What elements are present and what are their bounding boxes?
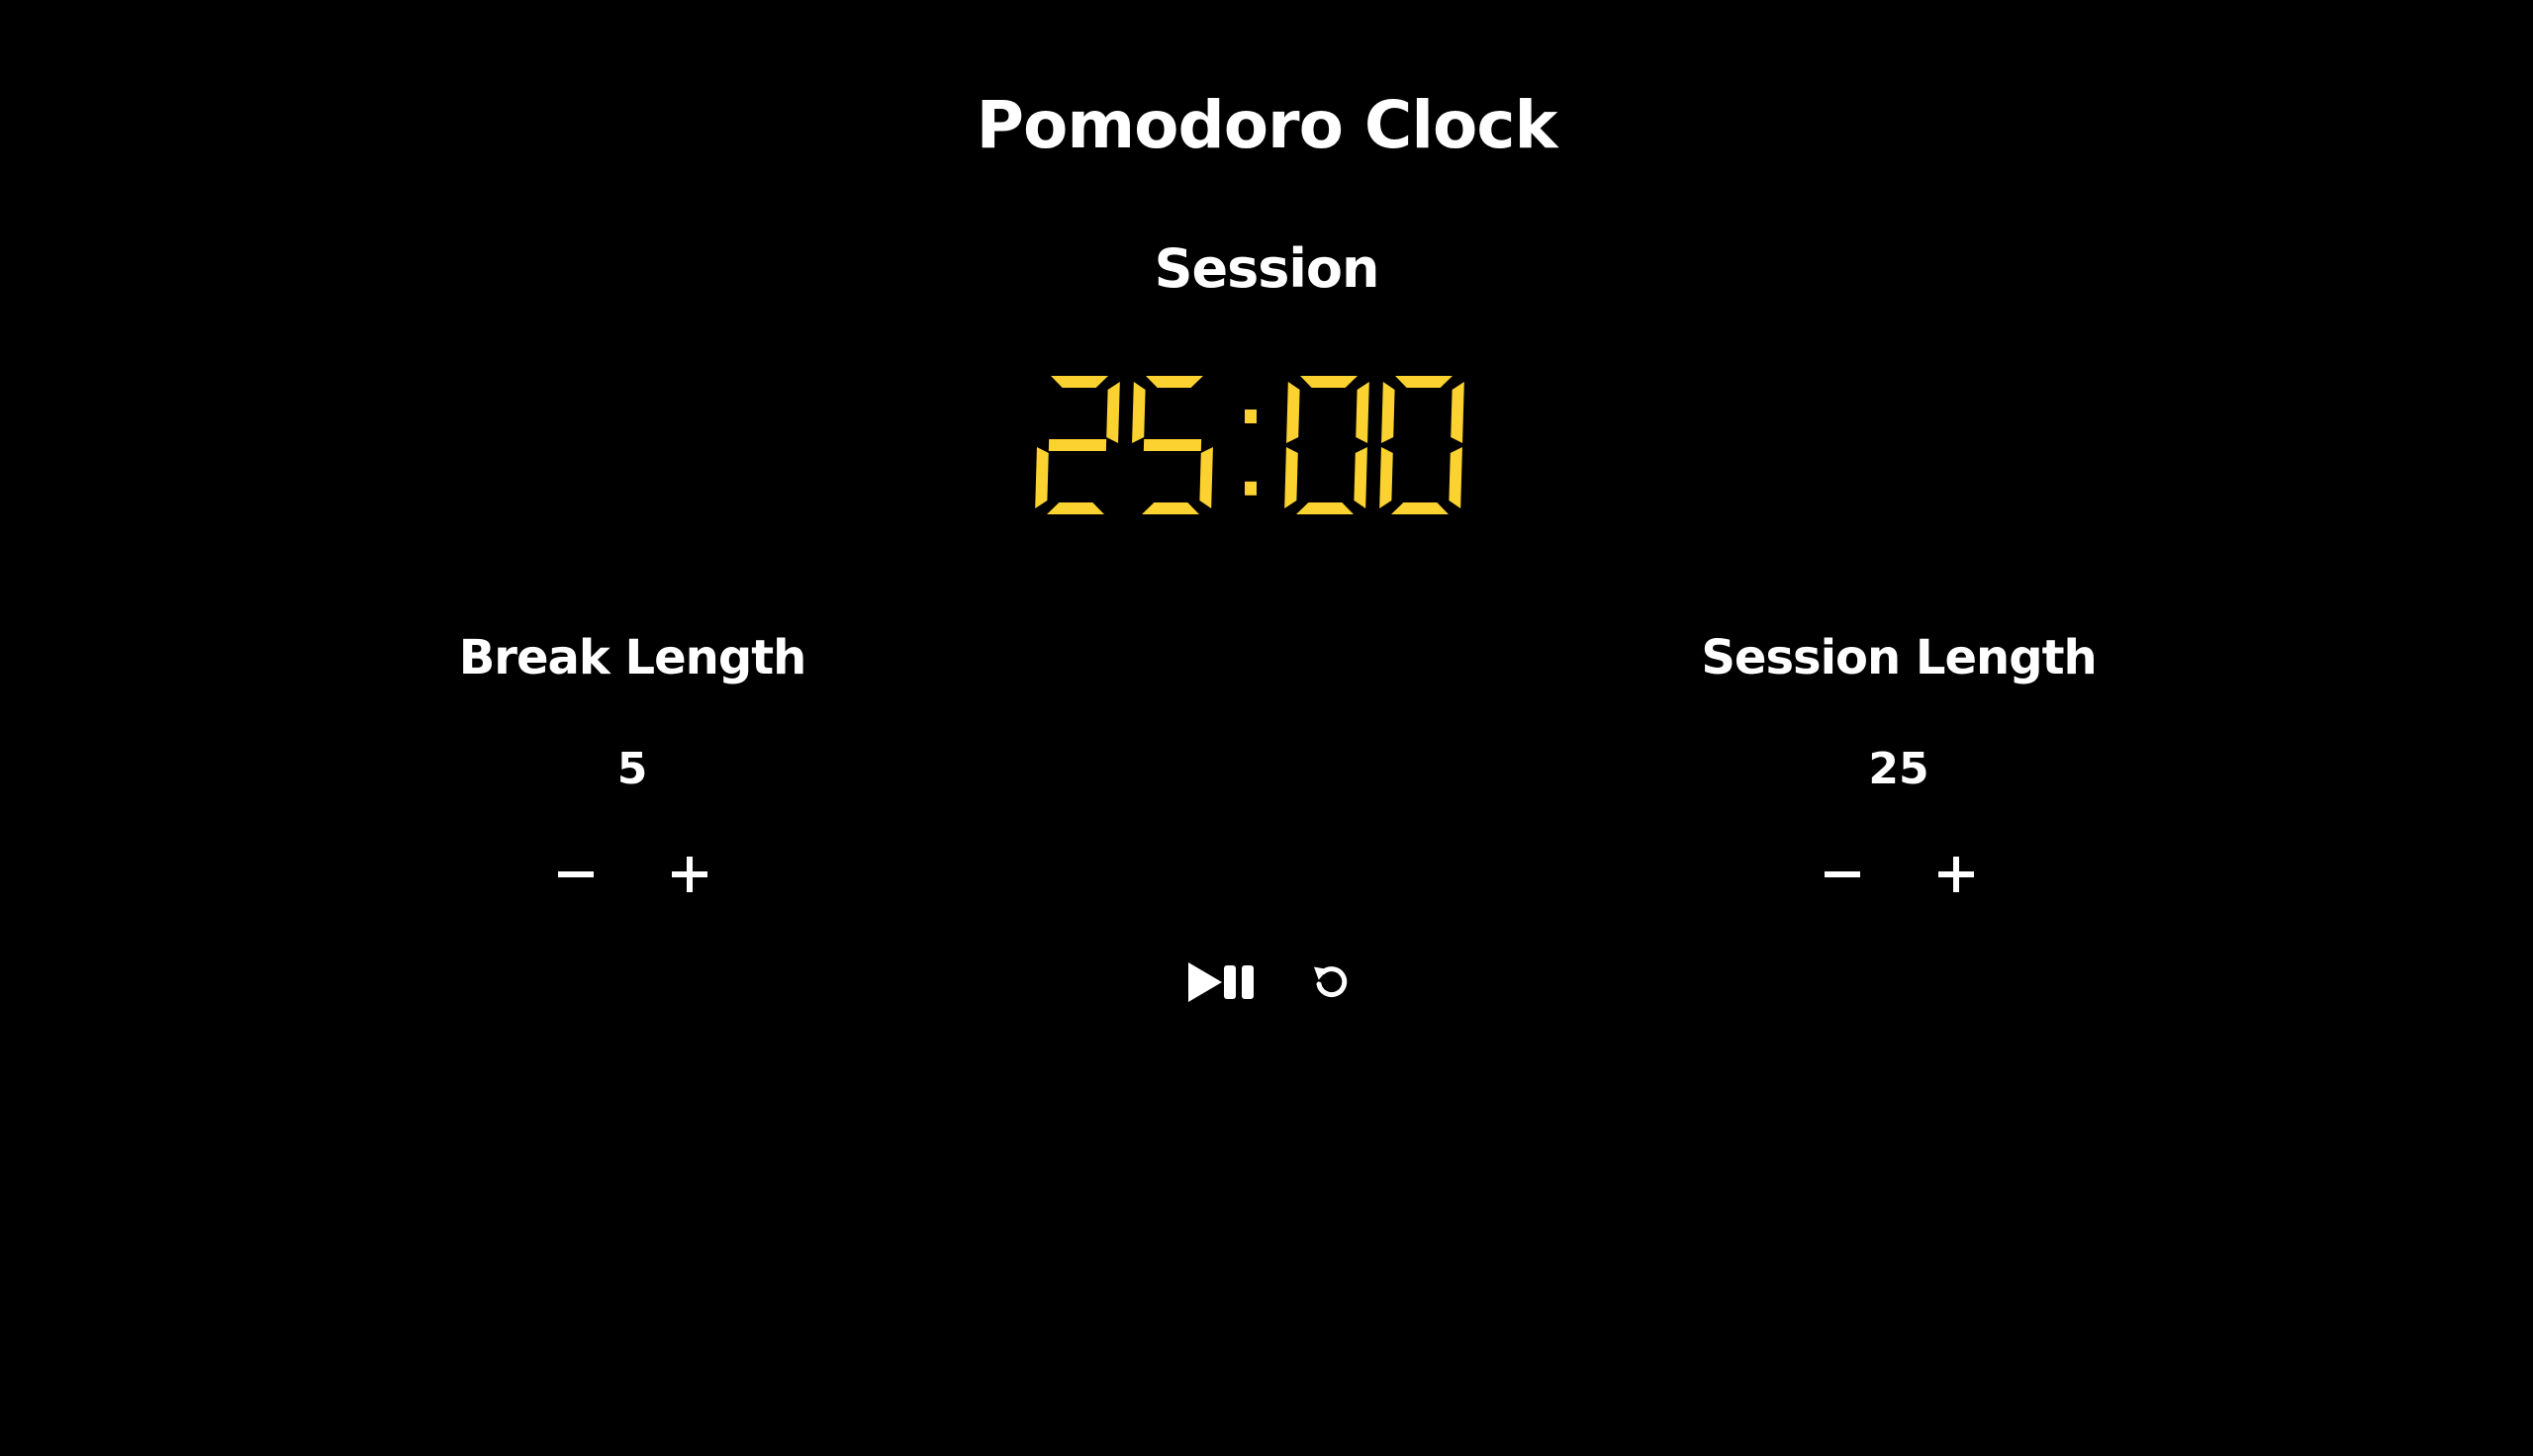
minus-icon xyxy=(1825,871,1860,877)
separator-dot xyxy=(1245,481,1257,496)
digit-segment-f xyxy=(1286,382,1300,443)
timer-label: Session xyxy=(1154,237,1380,300)
digit-segment-a xyxy=(1395,376,1453,388)
digit-segment-d xyxy=(1047,502,1104,514)
digit-segment-b xyxy=(1451,382,1464,443)
digit-segment-c xyxy=(1199,447,1213,508)
minus-icon xyxy=(558,871,594,877)
digit-segment-g xyxy=(1048,439,1107,451)
separator-dot xyxy=(1245,410,1257,423)
break-length-label: Break Length xyxy=(458,630,807,685)
app-title: Pomodoro Clock xyxy=(976,87,1558,163)
break-decrement-button[interactable] xyxy=(536,835,615,914)
refresh-icon xyxy=(1313,966,1348,998)
digit-segment-a xyxy=(1300,376,1358,388)
digit-segment-e xyxy=(1035,447,1049,508)
digit-segment-b xyxy=(1106,382,1120,443)
session-decrement-button[interactable] xyxy=(1803,835,1882,914)
break-increment-button[interactable] xyxy=(650,835,729,914)
session-length-value: 25 xyxy=(1868,744,1929,794)
plus-icon xyxy=(672,857,707,892)
digit-segment-c xyxy=(1354,447,1367,508)
digit-segment-a xyxy=(1051,376,1108,388)
digit-segment-d xyxy=(1391,502,1449,514)
time-digit xyxy=(1132,376,1213,514)
digit-segment-e xyxy=(1284,447,1298,508)
break-length-value: 5 xyxy=(616,744,648,794)
digit-segment-e xyxy=(1379,447,1393,508)
digit-segment-g xyxy=(1143,439,1202,451)
digit-segment-b xyxy=(1356,382,1369,443)
plus-icon xyxy=(1938,857,1974,892)
digit-segment-d xyxy=(1296,502,1354,514)
digit-segment-c xyxy=(1449,447,1462,508)
digit-segment-f xyxy=(1381,382,1395,443)
start-stop-button[interactable] xyxy=(1173,943,1271,1022)
digit-segment-f xyxy=(1132,382,1146,443)
session-length-label: Session Length xyxy=(1701,630,2097,685)
time-digit xyxy=(1284,376,1369,514)
time-digit xyxy=(1379,376,1464,514)
digit-segment-d xyxy=(1142,502,1199,514)
time-left-display xyxy=(1035,376,1464,514)
play-pause-icon xyxy=(1188,962,1254,1002)
session-increment-button[interactable] xyxy=(1917,835,1996,914)
reset-button[interactable] xyxy=(1291,943,1370,1022)
digit-segment-a xyxy=(1146,376,1203,388)
time-digit xyxy=(1035,376,1120,514)
time-separator xyxy=(1245,410,1257,496)
